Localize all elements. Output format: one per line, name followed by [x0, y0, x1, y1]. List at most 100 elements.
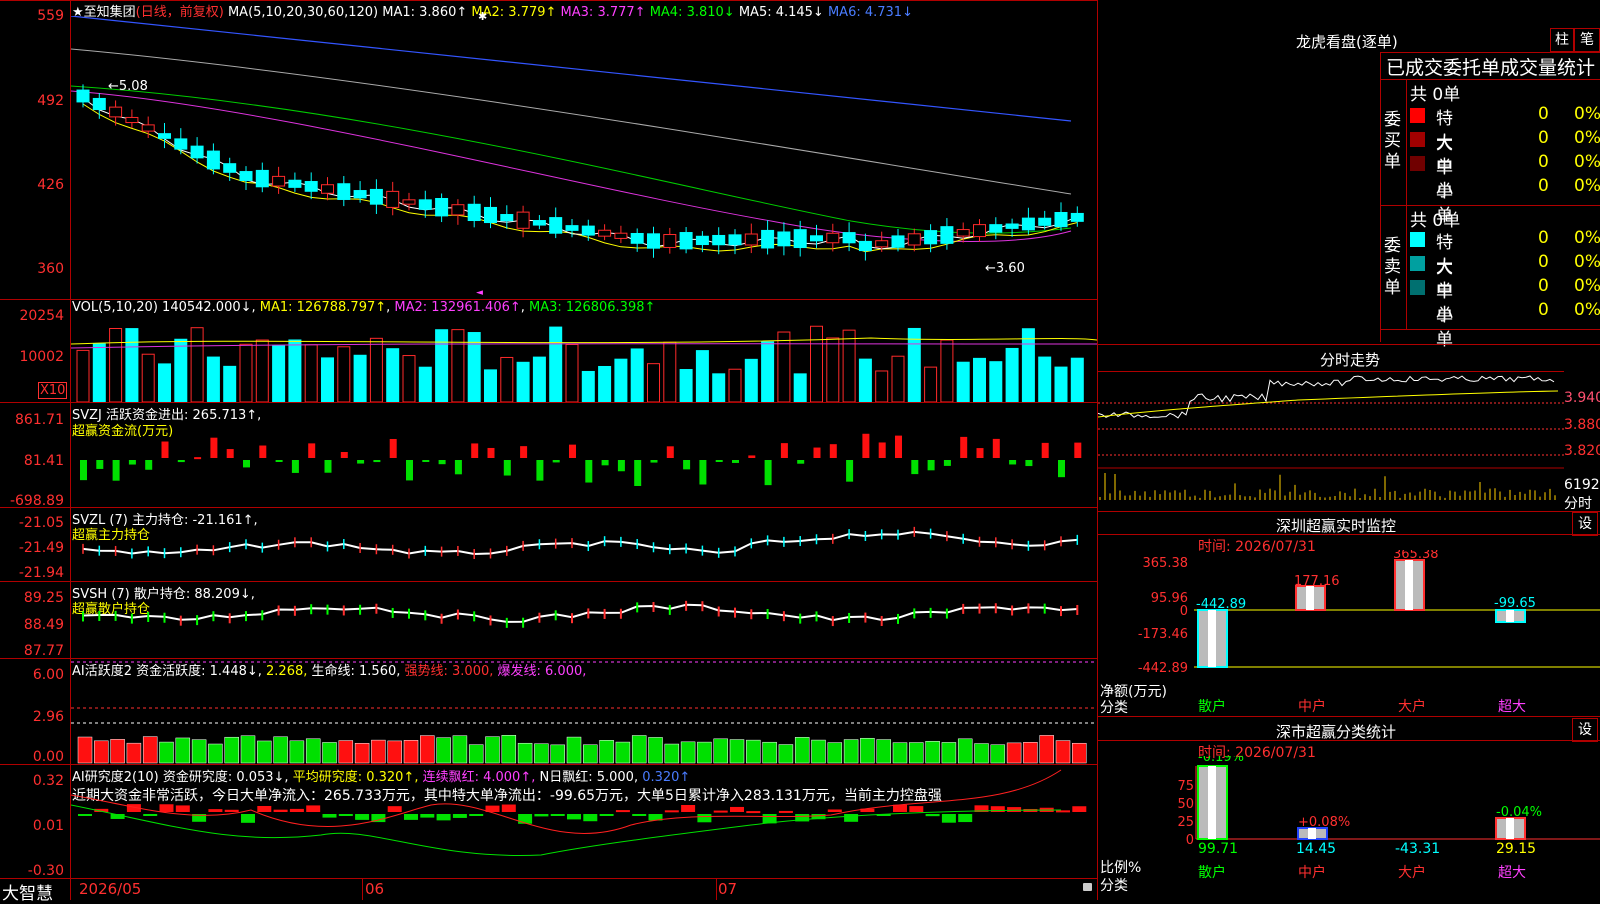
- candle-body: [1070, 212, 1084, 222]
- volume-bar: [386, 348, 400, 402]
- price-tick: 492: [37, 93, 64, 109]
- research-bar: [469, 814, 484, 816]
- volume-bar: [647, 363, 660, 402]
- ai-research-panel[interactable]: 0.32 0.01 -0.30 AI研究度2(10) 资金研究度: 0.053↓…: [0, 765, 1097, 879]
- classify-category: 大户: [1398, 864, 1426, 881]
- svsh-panel[interactable]: 89.25 88.49 87.77 SVSH (7) 散户持仓: 88.209↓…: [0, 582, 1097, 659]
- category-count: 0: [1538, 104, 1549, 124]
- flow-bar: [617, 460, 625, 472]
- activity-bar: [1039, 735, 1054, 764]
- category-name: 小单: [1436, 305, 1453, 350]
- flow-bar: [373, 460, 381, 463]
- category-name: 小单: [1436, 181, 1453, 226]
- candle-body: [109, 106, 123, 118]
- category-pct: 0%: [1574, 228, 1600, 248]
- volume-bar: [858, 358, 872, 402]
- research-bar: [958, 814, 973, 823]
- research-bar: [241, 814, 255, 823]
- activity-bar: [387, 740, 402, 764]
- activity-bar: [371, 739, 386, 764]
- activity-bar: [729, 739, 745, 764]
- price-axis: 559 492 426 360: [0, 0, 70, 299]
- activity-bar: [501, 735, 517, 764]
- candle-body: [679, 232, 693, 250]
- research-bar: [1007, 807, 1022, 812]
- research-bar: [420, 814, 435, 818]
- flow-bar: [1041, 442, 1049, 458]
- activity-bar: [159, 741, 174, 764]
- activity-bar: [941, 742, 957, 764]
- buy-row-1: 特大 0 0%: [1098, 104, 1600, 154]
- activity-bar: [126, 742, 142, 764]
- volume-ma2: MA2: 132961.406↑: [394, 300, 521, 315]
- activity-bar: [892, 742, 908, 764]
- tick-mode-button[interactable]: 笔: [1574, 28, 1600, 52]
- flow-bar: [389, 438, 397, 458]
- monitor-bar-highlight: [1306, 586, 1314, 610]
- svzj-panel[interactable]: 861.71 81.41 -698.89 SVZJ 活跃资金进出: 265.71…: [0, 403, 1097, 509]
- research-bar: [664, 810, 679, 813]
- volume-panel[interactable]: 20254 10002 X10 VOL(5,10,20) 140542.000↓…: [0, 300, 1097, 402]
- classify-top-value: -0.04%: [1496, 805, 1542, 820]
- candle-body: [435, 198, 449, 217]
- candle-body: [598, 229, 612, 237]
- research-bar: [306, 805, 321, 812]
- research-bar: [1072, 806, 1087, 812]
- research-bar: [632, 814, 647, 816]
- activity-bar: [338, 740, 354, 764]
- flow-bar: [177, 460, 185, 463]
- activity-bar: [403, 740, 419, 764]
- volume-bar: [891, 355, 905, 402]
- candle-body: [663, 234, 677, 248]
- lock-icon[interactable]: [1083, 883, 1092, 891]
- flow-bar: [1074, 442, 1082, 458]
- flow-bar: [666, 446, 674, 458]
- candle-body: [402, 199, 416, 205]
- volume-bar: [924, 366, 938, 402]
- classify-settings-button[interactable]: 设: [1572, 718, 1598, 742]
- volume-bar: [598, 365, 612, 402]
- activity-bar: [566, 736, 582, 764]
- flow-bar: [976, 448, 984, 458]
- research-bar: [925, 814, 940, 817]
- research-bar: [224, 809, 239, 812]
- research-bar: [778, 810, 793, 813]
- monitor-category: 散户: [1198, 698, 1226, 715]
- activity-bar: [94, 740, 109, 764]
- flow-bar: [422, 460, 430, 462]
- candlestick-chart[interactable]: [71, 16, 1097, 299]
- candle-body: [239, 171, 253, 181]
- candle-body: [924, 230, 938, 245]
- volume-bar: [581, 370, 595, 402]
- ma5-line: [71, 48, 1072, 195]
- monitor-category: 大户: [1398, 698, 1426, 715]
- flow-bar: [715, 460, 723, 462]
- candle-body: [1021, 217, 1035, 231]
- candle-body: [76, 89, 90, 103]
- monitor-settings-button[interactable]: 设: [1572, 512, 1598, 536]
- activity-bar: [142, 736, 158, 764]
- volume-bar: [288, 339, 302, 402]
- sell-row-1: 特大 0 0%: [1098, 228, 1600, 278]
- intraday-chart[interactable]: [1098, 372, 1564, 508]
- flow-bar: [275, 460, 283, 462]
- candle-body: [973, 224, 986, 238]
- buy-row-2: 大单 0 0%: [1098, 128, 1600, 178]
- candle-body: [581, 225, 595, 236]
- star-marker-icon: ✱: [478, 10, 488, 23]
- bar-mode-button[interactable]: 柱: [1550, 28, 1574, 52]
- research-bar: [697, 814, 712, 823]
- research-bar: [175, 805, 190, 812]
- svzl-panel[interactable]: -21.05 -21.49 -21.94 SVZL (7) 主力持仓: -21.…: [0, 508, 1097, 581]
- volume-title: VOL(5,10,20): [72, 300, 158, 315]
- research-line-green: [71, 804, 1062, 856]
- ai-activity-panel[interactable]: 6.00 2.96 0.00 AI活跃度2 资金活跃度: 1.448↓, 2.2…: [0, 659, 1097, 765]
- volume-bar: [630, 348, 644, 402]
- classify-tick: 0: [1186, 833, 1194, 848]
- volume-bar: [761, 341, 775, 402]
- flow-bar: [487, 447, 495, 458]
- flow-bar: [895, 435, 902, 458]
- price-panel[interactable]: 559 492 426 360 ★至知集团(日线，前复权) MA(5,10,20…: [0, 0, 1097, 299]
- candle-body: [1005, 223, 1019, 229]
- flow-bar: [764, 460, 772, 486]
